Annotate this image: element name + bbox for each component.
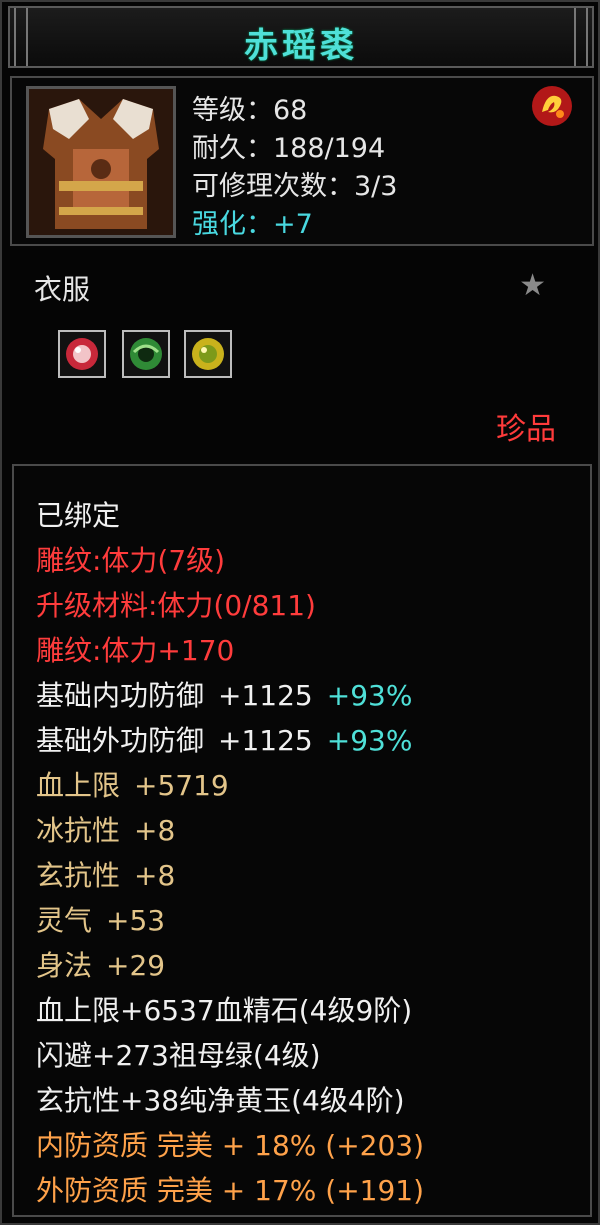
inner-defense-line: 基础内功防御 +1125 +93%	[36, 674, 412, 714]
agility-label: 身法	[36, 949, 93, 982]
stat-level: 等级：68	[192, 95, 308, 126]
outer-defense-line: 基础外功防御 +1125 +93%	[36, 719, 412, 759]
attribute-list: 已绑定 雕纹:体力(7级) 升级材料:体力(0/811) 雕纹:体力+170 基…	[12, 464, 592, 1217]
engrave-bonus-line: 雕纹:体力+170	[36, 634, 235, 667]
gem-bonus-1: 血上限+6537血精石(4级9阶)	[36, 994, 413, 1027]
agility-value: +29	[106, 949, 166, 982]
item-category: 衣服	[34, 273, 91, 306]
ice-resist-value: +8	[134, 814, 176, 847]
spirit-value: +53	[106, 904, 166, 937]
item-category-section: 衣服 ★ 珍品	[10, 250, 594, 460]
stat-durability: 耐久：188/194	[192, 133, 386, 164]
mystic-resist-label: 玄抗性	[36, 859, 121, 892]
bound-status: 已绑定	[36, 499, 121, 532]
item-info-box: 等级：68 耐久：188/194 可修理次数：3/3 强化：+7	[10, 76, 594, 246]
mystic-resist-line: 玄抗性 +8	[36, 854, 175, 894]
item-title: 赤瑶裘	[244, 26, 358, 66]
inner-defense-value: +1125	[218, 679, 313, 712]
inner-defense-label: 基础内功防御	[36, 679, 205, 712]
stat-enhance: 强化：+7	[192, 209, 313, 240]
outer-defense-percent: +93%	[326, 724, 413, 757]
star-icon[interactable]: ★	[519, 268, 546, 303]
spirit-line: 灵气 +53	[36, 899, 165, 939]
fire-emblem-icon	[532, 86, 572, 126]
quality-outer: 外防资质 完美 + 17% (+191)	[36, 1174, 425, 1207]
stat-repairs: 可修理次数：3/3	[192, 171, 398, 202]
rarity-label: 珍品	[496, 412, 556, 447]
gem-bonus-2: 闪避+273祖母绿(4级)	[36, 1039, 321, 1072]
title-bar: 赤瑶裘	[8, 6, 594, 68]
inner-defense-percent: +93%	[326, 679, 413, 712]
armor-icon	[29, 89, 173, 235]
outer-defense-label: 基础外功防御	[36, 724, 205, 757]
armor-portrait	[26, 86, 176, 238]
green-gem-socket-icon[interactable]	[122, 330, 170, 378]
hp-value: +5719	[134, 769, 229, 802]
hp-label: 血上限	[36, 769, 121, 802]
red-gem-socket-icon[interactable]	[58, 330, 106, 378]
quality-inner: 内防资质 完美 + 18% (+203)	[36, 1129, 425, 1162]
item-tooltip: 赤瑶裘 等级：68 耐久：188/194 可修理次数：3/3 强化：+7 衣服	[0, 0, 600, 1225]
mystic-resist-value: +8	[134, 859, 176, 892]
yellow-gem-socket-icon[interactable]	[184, 330, 232, 378]
upgrade-material-line: 升级材料:体力(0/811)	[36, 589, 316, 622]
outer-defense-value: +1125	[218, 724, 313, 757]
agility-line: 身法 +29	[36, 944, 165, 984]
ice-resist-label: 冰抗性	[36, 814, 121, 847]
spirit-label: 灵气	[36, 904, 93, 937]
gem-bonus-3: 玄抗性+38纯净黄玉(4级4阶)	[36, 1084, 405, 1117]
hp-line: 血上限 +5719	[36, 764, 229, 804]
ice-resist-line: 冰抗性 +8	[36, 809, 175, 849]
engrave-line: 雕纹:体力(7级)	[36, 544, 226, 577]
